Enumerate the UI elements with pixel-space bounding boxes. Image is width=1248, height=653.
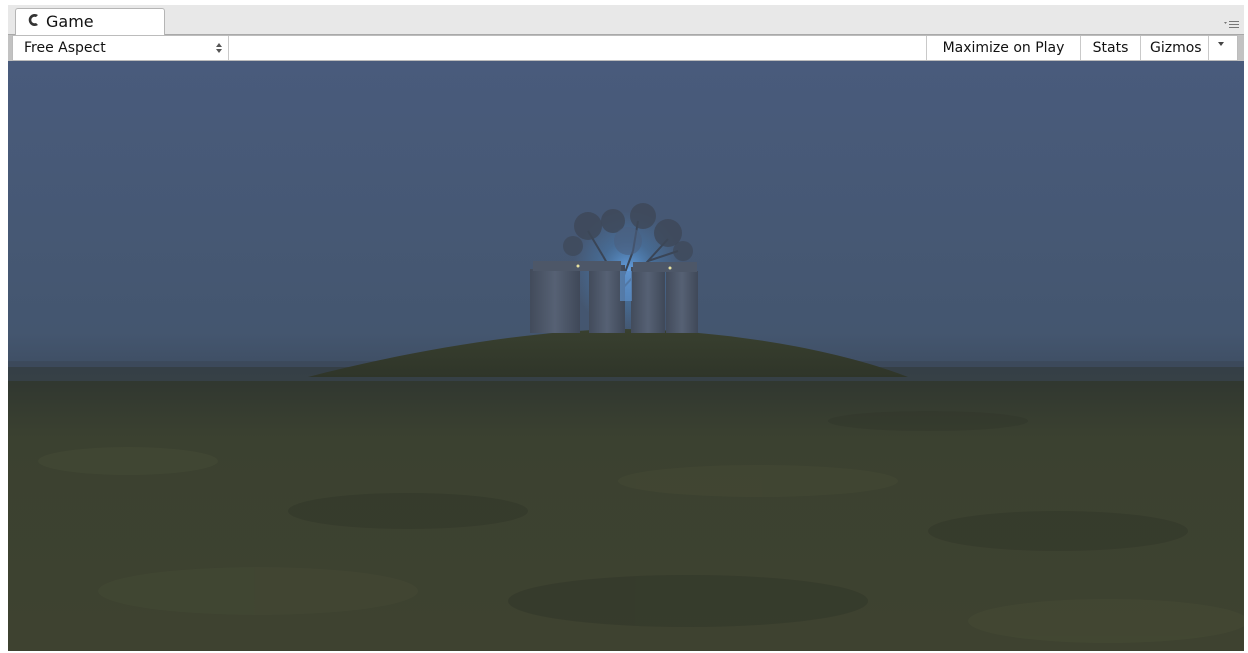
game-viewport[interactable] xyxy=(8,61,1244,651)
tab-game[interactable]: Game xyxy=(15,8,165,35)
up-down-arrows-icon xyxy=(216,43,222,53)
aspect-dropdown[interactable]: Free Aspect xyxy=(13,36,229,60)
maximize-on-play-toggle[interactable]: Maximize on Play xyxy=(926,36,1080,60)
standing-stones xyxy=(530,261,698,333)
panel-menu-icon[interactable] xyxy=(1224,19,1240,29)
stats-toggle[interactable]: Stats xyxy=(1080,36,1140,60)
game-window: Game Free Aspect Maximize on Play Stats … xyxy=(8,5,1244,651)
unity-game-icon xyxy=(28,14,38,26)
aspect-selected-value: Free Aspect xyxy=(24,40,106,56)
tab-strip: Game xyxy=(8,5,1244,35)
game-scene xyxy=(8,61,1244,651)
gizmos-dropdown-button[interactable] xyxy=(1208,36,1237,60)
game-toolbar: Free Aspect Maximize on Play Stats Gizmo… xyxy=(12,35,1238,61)
gizmos-toggle[interactable]: Gizmos xyxy=(1140,36,1208,60)
dropdown-triangle-icon xyxy=(1218,42,1224,46)
tab-label: Game xyxy=(46,12,94,31)
